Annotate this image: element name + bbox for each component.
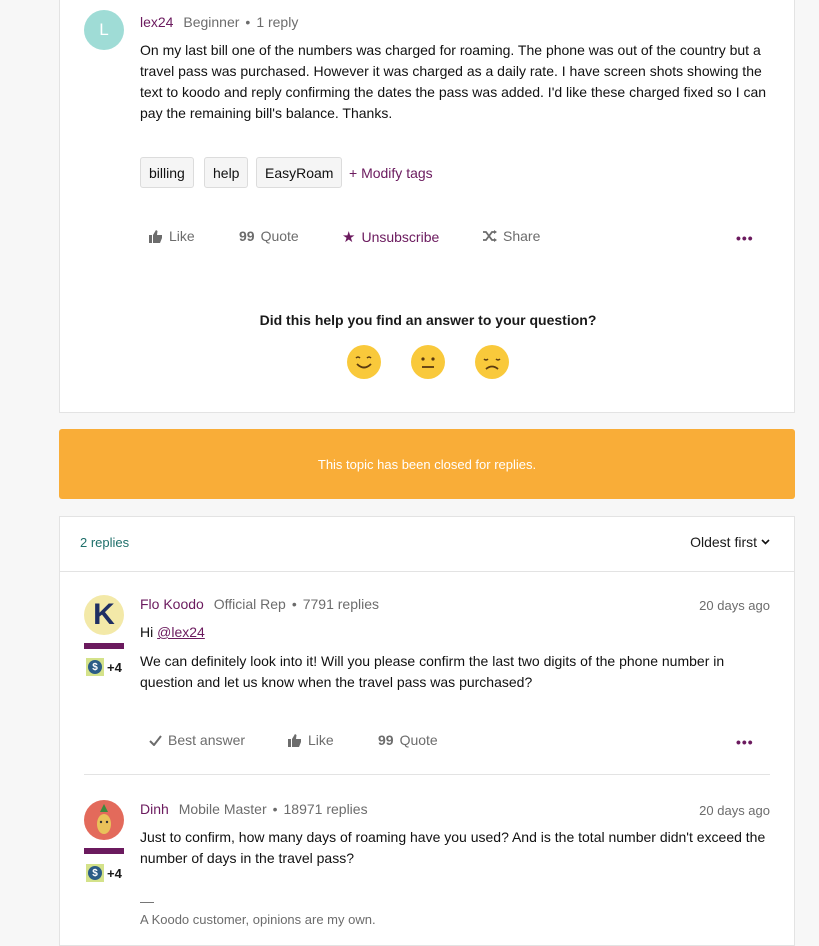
topic-body: On my last bill one of the numbers was c… xyxy=(140,42,767,121)
sort-dropdown[interactable]: Oldest first xyxy=(690,534,770,550)
author-reply-count: 1 reply xyxy=(256,14,299,30)
meta-separator: • xyxy=(245,14,251,30)
star-icon: ★ xyxy=(342,229,356,246)
tag-billing[interactable]: billing xyxy=(140,157,194,188)
mention-link[interactable]: @lex24 xyxy=(157,624,205,640)
closed-topic-banner: This topic has been closed for replies. xyxy=(59,429,795,499)
best-answer-button[interactable]: Best answer xyxy=(149,732,245,748)
sad-face-icon[interactable] xyxy=(475,345,509,379)
greeting-prefix: Hi xyxy=(140,624,158,640)
unsubscribe-button[interactable]: ★ Unsubscribe xyxy=(342,228,439,246)
reply-2-author[interactable]: Dinh xyxy=(140,801,169,817)
reply-1-greeting: Hi @lex24 xyxy=(140,622,205,643)
reply-1-quote-button[interactable]: 99 Quote xyxy=(378,732,438,748)
quote-label: Quote xyxy=(260,228,299,244)
like-button[interactable]: Like xyxy=(149,228,195,244)
happy-face-icon[interactable] xyxy=(347,345,381,379)
thumbs-up-icon xyxy=(288,733,301,747)
reply-1-badges[interactable]: $ +4 xyxy=(86,658,122,676)
rank-bar xyxy=(84,643,124,649)
dollar-badge-icon: $ xyxy=(86,864,104,882)
like-label: Like xyxy=(169,228,195,244)
neutral-face-icon[interactable] xyxy=(411,345,445,379)
reply-1-avatar[interactable]: K xyxy=(84,595,124,635)
quote-icon: 99 xyxy=(239,228,255,244)
badge-count: +4 xyxy=(107,659,122,675)
author-rank: Beginner xyxy=(183,14,240,30)
share-label: Share xyxy=(503,228,541,244)
reply-2-reply-count: 18971 replies xyxy=(283,801,368,817)
check-icon xyxy=(149,734,162,746)
reply-1-body: We can definitely look into it! Will you… xyxy=(140,653,725,690)
quote-icon: 99 xyxy=(378,732,394,748)
feedback-question: Did this help you find an answer to your… xyxy=(259,312,597,328)
reply-1-date: 20 days ago xyxy=(699,598,770,613)
meta-separator: • xyxy=(291,596,297,612)
reply-2-badges[interactable]: $ +4 xyxy=(86,864,122,882)
tag-help[interactable]: help xyxy=(204,157,249,188)
avatar[interactable]: L xyxy=(84,10,124,50)
best-answer-label: Best answer xyxy=(168,732,246,748)
sort-label: Oldest first xyxy=(690,534,757,550)
reply-1-rank: Official Rep xyxy=(213,596,286,612)
dollar-badge-icon: $ xyxy=(86,658,104,676)
replies-divider xyxy=(60,571,794,572)
tag-easyroam[interactable]: EasyRoam xyxy=(256,157,343,188)
reply-1-like-button[interactable]: Like xyxy=(288,732,334,748)
more-options-button[interactable]: ••• xyxy=(736,230,754,246)
unsubscribe-label: Unsubscribe xyxy=(361,229,440,245)
rank-bar xyxy=(84,848,124,854)
reply-2-signature: A Koodo customer, opinions are my own. xyxy=(140,912,376,927)
author-link[interactable]: lex24 xyxy=(140,14,173,30)
meta-separator: • xyxy=(272,801,278,817)
replies-count: 2 replies xyxy=(80,535,130,550)
reply-1-reply-count: 7791 replies xyxy=(302,596,380,612)
reply-1-meta: Flo Koodo Official Rep • 7791 replies xyxy=(140,596,379,612)
reply-1-author[interactable]: Flo Koodo xyxy=(140,596,204,612)
quote-label: Quote xyxy=(399,732,438,748)
badge-count: +4 xyxy=(107,865,122,881)
share-button[interactable]: Share xyxy=(483,228,540,244)
closed-topic-text: This topic has been closed for replies. xyxy=(317,456,537,472)
topic-card: L lex24 Beginner • 1 reply On my last bill… xyxy=(59,0,795,413)
reply-1-more-button[interactable]: ••• xyxy=(736,734,754,750)
reply-2-rank: Mobile Master xyxy=(178,801,267,817)
replies-card: 2 replies Oldest first K $ +4 Flo Koodo … xyxy=(59,516,795,946)
chevron-down-icon xyxy=(761,539,770,545)
reply-divider xyxy=(84,774,770,775)
like-label: Like xyxy=(308,732,334,748)
topic-meta: lex24 Beginner • 1 reply xyxy=(140,14,298,30)
shuffle-share-icon xyxy=(483,230,497,242)
thumbs-up-icon xyxy=(149,229,162,243)
reply-2-body: Just to confirm, how many days of roamin… xyxy=(140,829,766,866)
reply-2-date: 20 days ago xyxy=(699,803,770,818)
reply-2-avatar[interactable] xyxy=(84,800,124,840)
reply-2-meta: Dinh Mobile Master • 18971 replies xyxy=(140,801,368,817)
modify-tags-link[interactable]: + Modify tags xyxy=(349,165,433,181)
quote-button[interactable]: 99 Quote xyxy=(239,228,299,244)
